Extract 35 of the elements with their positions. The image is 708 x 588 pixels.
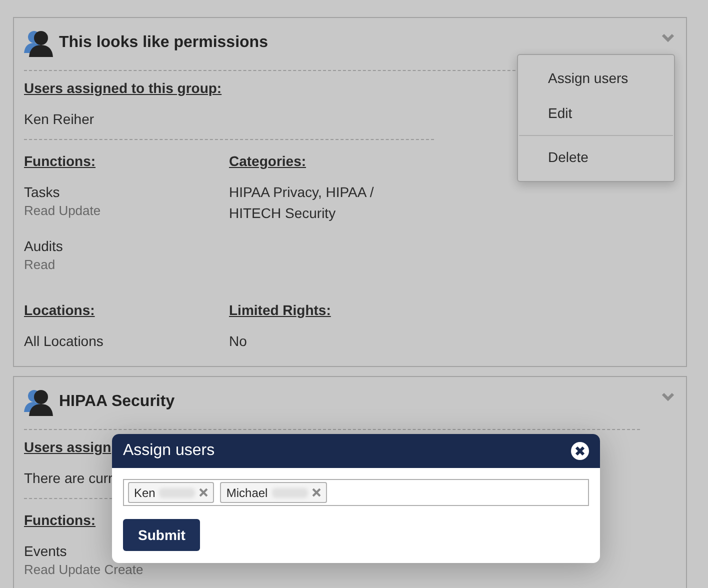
section-label: Categories: xyxy=(229,153,306,169)
users-input-field[interactable]: Ken Michael xyxy=(123,479,589,506)
function-permissions: Read Update xyxy=(24,203,101,218)
function-permissions: Read xyxy=(24,257,56,272)
chevron-down-icon[interactable] xyxy=(661,33,675,43)
dialog-title: Assign users xyxy=(123,442,215,460)
section-label: Locations: xyxy=(24,302,95,318)
function-name: Audits xyxy=(24,238,63,254)
users-icon xyxy=(24,388,54,416)
function-permissions: Read Update Create xyxy=(24,562,144,577)
user-name: There are curr xyxy=(24,470,113,486)
section-label: Users assign xyxy=(24,439,112,455)
section-label: Functions: xyxy=(24,153,96,169)
function-name: Events xyxy=(24,543,67,559)
function-name: Tasks xyxy=(24,184,60,200)
group-title: This looks like permissions xyxy=(59,34,268,52)
locations-text: All Locations xyxy=(24,333,104,349)
menu-item[interactable]: Assign users xyxy=(518,61,674,96)
group-title: HIPAA Security xyxy=(59,393,175,411)
menu-item[interactable]: Delete xyxy=(518,140,674,175)
remove-icon[interactable] xyxy=(312,488,321,497)
menu-item[interactable]: Edit xyxy=(518,96,674,131)
section-label: Users assigned to this group: xyxy=(24,80,222,96)
categories-text: HIPAA Privacy, HIPAA / HITECH Security xyxy=(229,183,375,223)
users-icon xyxy=(24,29,54,57)
chip-label: Michael xyxy=(226,486,268,500)
close-icon[interactable] xyxy=(571,442,589,460)
limited-rights-text: No xyxy=(229,333,247,349)
chevron-down-icon[interactable] xyxy=(661,392,675,402)
chip-label: Ken xyxy=(134,486,156,500)
section-label: Functions: xyxy=(24,512,96,528)
remove-icon[interactable] xyxy=(199,488,208,497)
submit-button[interactable]: Submit xyxy=(123,519,200,551)
user-name: Ken Reiher xyxy=(24,111,94,127)
section-label: Limited Rights: xyxy=(229,302,331,318)
